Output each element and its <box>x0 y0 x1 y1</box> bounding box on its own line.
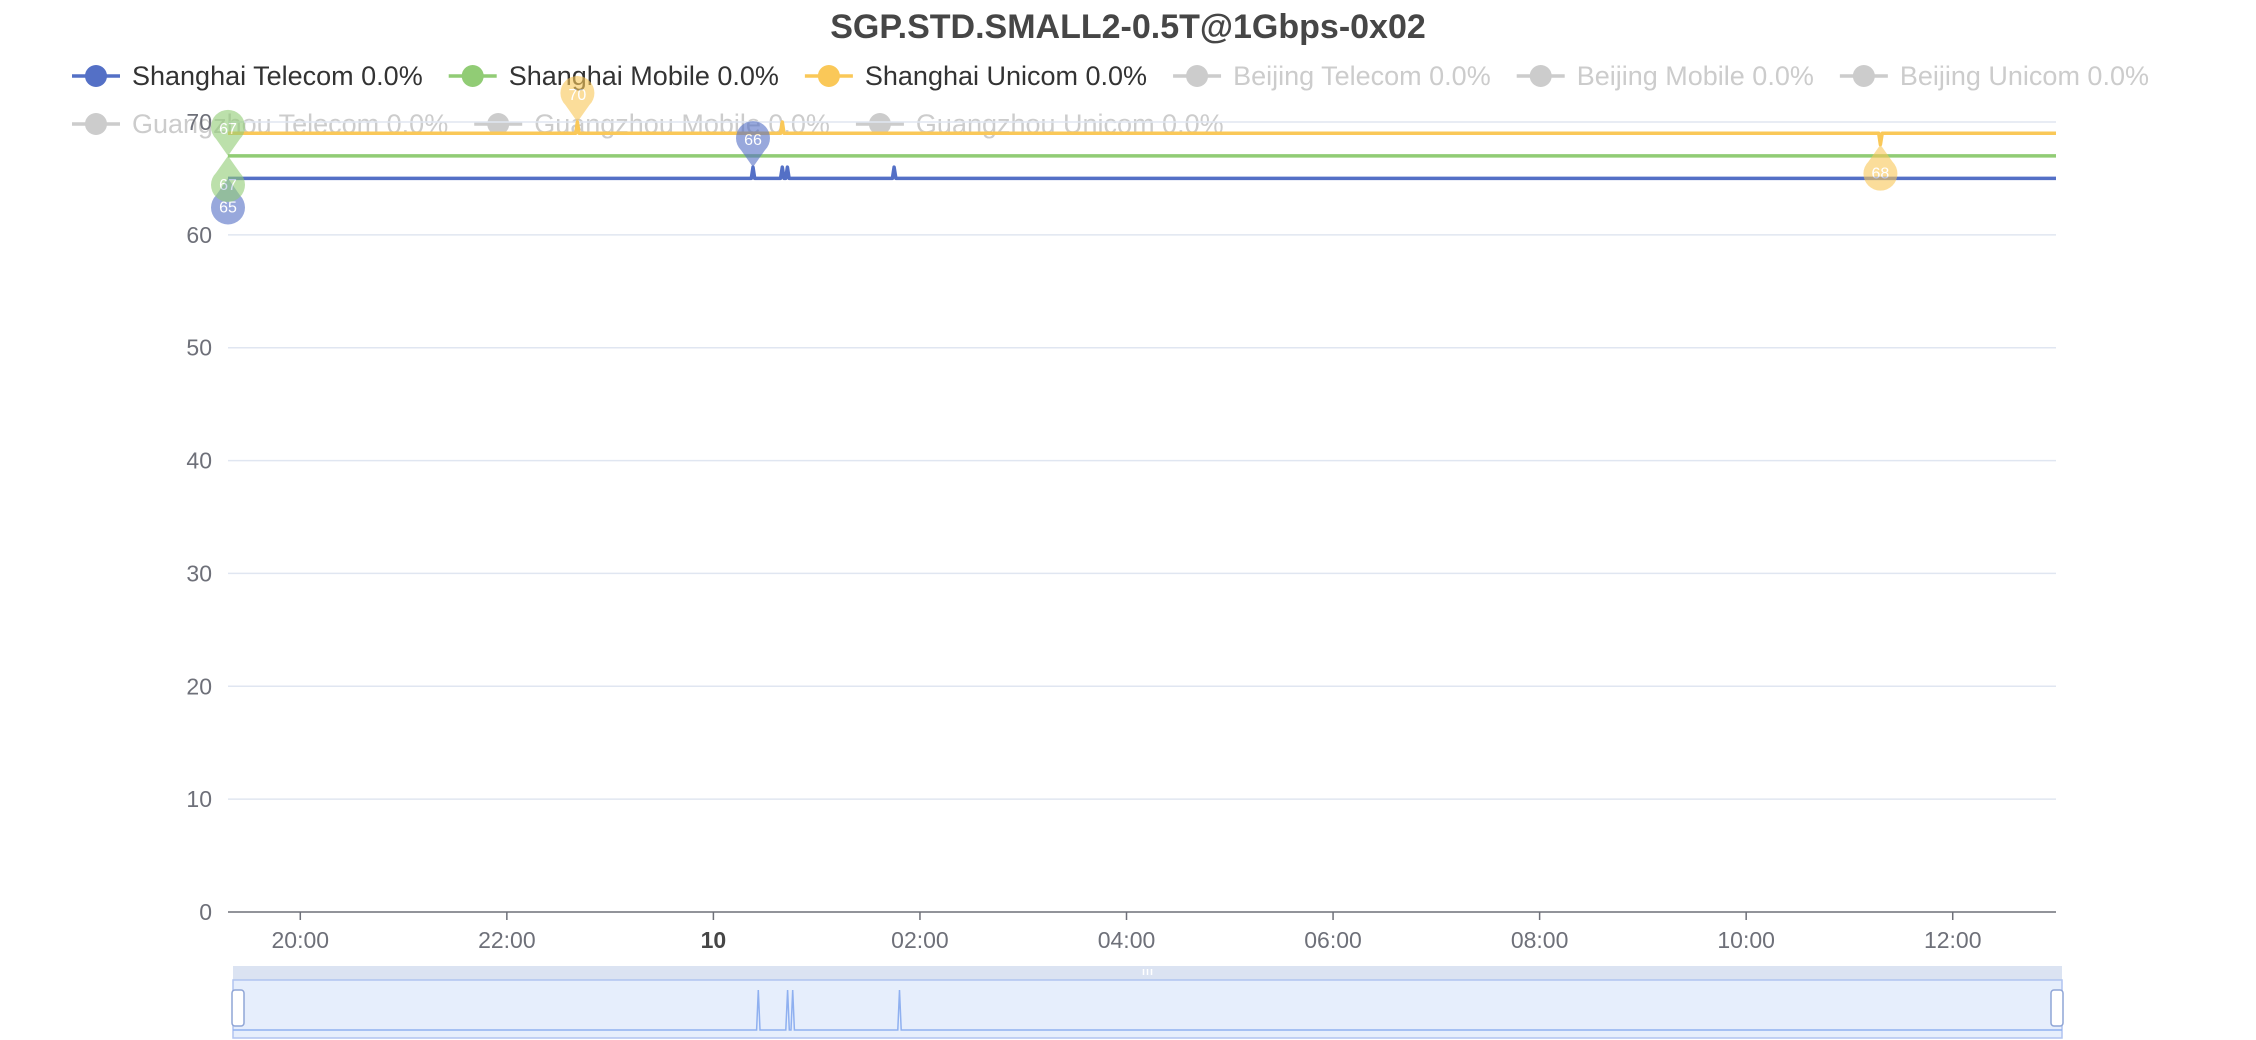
legend-label: Beijing Mobile 0.0% <box>1577 61 1814 91</box>
legend-label: Shanghai Telecom 0.0% <box>132 61 423 91</box>
marker-label: 67 <box>219 177 237 194</box>
x-tick-label: 10:00 <box>1717 927 1775 953</box>
y-tick-label: 30 <box>186 560 212 586</box>
marker-label: 68 <box>1872 166 1890 183</box>
y-tick-label: 10 <box>186 786 212 812</box>
marker-layer: 65 66 67 67 70 68 <box>211 75 1898 225</box>
legend: Shanghai Telecom 0.0% Shanghai Mobile 0.0… <box>72 61 2149 139</box>
marker-pin: 67 <box>211 109 245 156</box>
legend-item[interactable]: Beijing Telecom 0.0% <box>1173 61 1491 91</box>
legend-symbol <box>1852 65 1875 87</box>
x-tick-label: 06:00 <box>1304 927 1362 953</box>
marker-label: 67 <box>219 121 237 138</box>
y-tick-label: 20 <box>186 673 212 699</box>
legend-item[interactable]: Beijing Mobile 0.0% <box>1516 61 1814 91</box>
legend-symbol <box>1186 65 1209 87</box>
marker-label: 66 <box>744 132 762 149</box>
zoom-handle-right[interactable] <box>2050 989 2064 1027</box>
x-tick-label: 04:00 <box>1098 927 1156 953</box>
data-zoom-slider[interactable] <box>231 966 2064 1039</box>
y-tick-label: 60 <box>186 222 212 248</box>
legend-label: Beijing Telecom 0.0% <box>1233 61 1491 91</box>
legend-symbol <box>85 113 107 135</box>
legend-label: Beijing Unicom 0.0% <box>1900 61 2149 91</box>
legend-symbol <box>85 65 107 87</box>
y-tick-label: 50 <box>186 335 212 361</box>
grid-lines <box>228 121 2056 800</box>
legend-symbol <box>1529 65 1552 87</box>
legend-item[interactable]: Shanghai Telecom 0.0% <box>72 61 423 91</box>
legend-label: Shanghai Unicom 0.0% <box>865 61 1147 91</box>
chart-title: SGP.STD.SMALL2-0.5T@1Gbps-0x02 <box>830 8 1426 46</box>
legend-item[interactable]: Beijing Unicom 0.0% <box>1839 61 2149 91</box>
x-tick-label: 08:00 <box>1511 927 1569 953</box>
y-axis: 0 10 20 30 40 50 60 70 <box>186 109 212 925</box>
x-tick-label: 22:00 <box>478 927 536 953</box>
x-tick-label: 02:00 <box>891 927 949 953</box>
marker-label: 70 <box>569 87 587 104</box>
y-tick-label: 70 <box>186 109 212 135</box>
line-chart: SGP.STD.SMALL2-0.5T@1Gbps-0x02 Shanghai … <box>72 8 2149 1039</box>
legend-label: Shanghai Mobile 0.0% <box>509 61 779 91</box>
x-tick-label: 10 <box>701 927 727 953</box>
zoom-handle-left[interactable] <box>231 989 245 1027</box>
legend-item[interactable]: Shanghai Mobile 0.0% <box>448 61 779 91</box>
y-tick-label: 0 <box>199 899 212 925</box>
series-line <box>228 165 2056 181</box>
marker-pin: 67 <box>211 155 245 202</box>
marker-pin: 68 <box>1863 144 1898 191</box>
y-tick-label: 40 <box>186 448 212 474</box>
x-axis: 20:00 22:00 10 02:00 04:00 06:00 08:00 10:00 12:… <box>228 911 2056 953</box>
legend-symbol <box>461 65 484 87</box>
marker-pin: 66 <box>735 121 770 168</box>
marker-label: 65 <box>219 199 237 216</box>
x-tick-label: 20:00 <box>272 927 330 953</box>
x-tick-label: 12:00 <box>1924 927 1982 953</box>
legend-item[interactable]: Shanghai Unicom 0.0% <box>804 61 1147 91</box>
legend-symbol <box>817 65 840 87</box>
